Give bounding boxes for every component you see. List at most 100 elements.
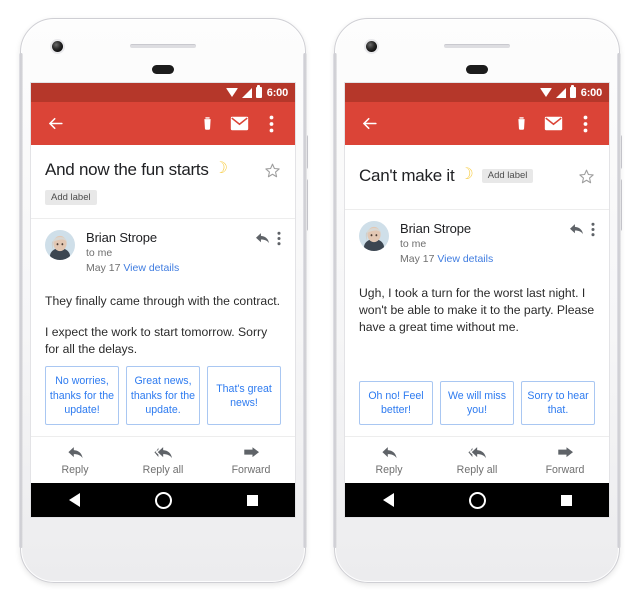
sender-meta: Brian Strope to me May 17 View details <box>400 221 569 268</box>
sender-date: May 17 <box>400 253 435 266</box>
smart-reply-chip[interactable]: Oh no! Feel better! <box>359 380 433 425</box>
earpiece-speaker <box>444 44 510 48</box>
volume-button[interactable] <box>304 179 308 231</box>
forward-label: Forward <box>545 464 585 476</box>
avatar[interactable] <box>359 221 389 251</box>
sender-recipient: to me <box>400 238 427 251</box>
reply-all-label: Reply all <box>456 464 498 476</box>
phone-screen-left: 6:00 And now the fun starts ☽ Add label … <box>31 83 295 517</box>
back-arrow-icon[interactable] <box>356 111 382 137</box>
mail-body: Ugh, I took a turn for the worst last ni… <box>345 268 609 381</box>
volume-button[interactable] <box>618 179 622 231</box>
smart-reply-chip[interactable]: Great news, thanks for the update. <box>126 366 200 425</box>
crescent-moon-emoji: ☽ <box>213 159 228 177</box>
mark-unread-icon[interactable] <box>226 111 252 137</box>
smart-reply-chip[interactable]: That's great news! <box>207 366 281 425</box>
star-icon[interactable] <box>264 162 281 184</box>
reply-bar: Reply Reply all Forward <box>31 436 295 483</box>
back-triangle-icon[interactable] <box>68 493 80 507</box>
mail-paragraph: They finally came through with the contr… <box>45 294 281 309</box>
sender-date: May 17 <box>86 262 121 275</box>
add-label-row: Add label <box>45 187 256 205</box>
app-bar <box>345 102 609 145</box>
view-details-link[interactable]: View details <box>123 262 179 274</box>
android-nav-bar <box>31 483 295 517</box>
forward-label: Forward <box>231 464 271 476</box>
star-icon[interactable] <box>578 168 595 190</box>
phone-chin <box>21 520 305 582</box>
phone-screen-right: 6:00 Can't make it ☽ Add label Brian Str… <box>345 83 609 517</box>
earpiece-speaker <box>130 44 196 48</box>
home-circle-icon[interactable] <box>468 491 486 509</box>
back-triangle-icon[interactable] <box>382 493 394 507</box>
recents-square-icon[interactable] <box>560 494 572 506</box>
page-title: Can't make it <box>359 166 455 185</box>
sender-actions <box>255 231 281 251</box>
sender-name: Brian Strope <box>400 221 472 236</box>
smart-reply-chip[interactable]: Sorry to hear that. <box>521 380 595 425</box>
add-label-chip[interactable]: Add label <box>45 190 97 205</box>
wifi-icon <box>225 88 238 97</box>
sender-meta: Brian Strope to me May 17 View details <box>86 230 255 277</box>
app-bar <box>31 102 295 145</box>
mail-paragraph: Ugh, I took a turn for the worst last ni… <box>359 285 595 335</box>
power-button[interactable] <box>304 135 308 169</box>
subject-left: Can't make it ☽ Add label <box>359 166 570 186</box>
reply-all-label: Reply all <box>142 464 184 476</box>
sender-block: Brian Strope to me May 17 View details <box>345 210 609 268</box>
overflow-menu-icon[interactable] <box>591 222 595 242</box>
subject-block: Can't make it ☽ Add label <box>345 145 609 210</box>
crescent-moon-emoji: ☽ <box>459 165 474 183</box>
avatar[interactable] <box>45 229 75 260</box>
delete-icon[interactable] <box>508 111 534 137</box>
reply-all-button[interactable]: Reply all <box>433 445 521 476</box>
reply-icon[interactable] <box>255 231 270 250</box>
overflow-menu-icon[interactable] <box>277 231 281 251</box>
reply-icon[interactable] <box>569 222 584 241</box>
status-bar: 6:00 <box>345 83 609 102</box>
subject-block: And now the fun starts ☽ Add label <box>31 145 295 219</box>
overflow-menu-icon[interactable] <box>258 111 284 137</box>
reply-button[interactable]: Reply <box>345 445 433 476</box>
page-title: And now the fun starts <box>45 160 209 179</box>
add-label-chip[interactable]: Add label <box>481 168 534 184</box>
smart-reply-chip[interactable]: We will miss you! <box>440 380 514 425</box>
delete-icon[interactable] <box>194 111 220 137</box>
sensor-pill <box>466 65 488 74</box>
android-nav-bar <box>345 483 609 517</box>
signal-icon <box>241 87 252 98</box>
mark-unread-icon[interactable] <box>540 111 566 137</box>
reply-all-button[interactable]: Reply all <box>119 445 207 476</box>
screenshot-stage: 6:00 And now the fun starts ☽ Add label … <box>0 0 640 601</box>
signal-icon <box>555 87 566 98</box>
reply-label: Reply <box>61 464 89 476</box>
reply-bar: Reply Reply all Forward <box>345 436 609 483</box>
sender-date-row: May 17 View details <box>400 252 569 267</box>
phone-device-right: 6:00 Can't make it ☽ Add label Brian Str… <box>333 18 622 583</box>
subject-line: Can't make it ☽ Add label <box>359 166 570 186</box>
sender-actions <box>569 222 595 242</box>
reply-label: Reply <box>375 464 403 476</box>
front-camera-icon <box>52 41 63 52</box>
sender-recipient: to me <box>86 246 113 259</box>
view-details-link[interactable]: View details <box>437 253 493 265</box>
status-bar: 6:00 <box>31 83 295 102</box>
recents-square-icon[interactable] <box>246 494 258 506</box>
forward-button[interactable]: Forward <box>207 445 295 476</box>
wifi-icon <box>539 88 552 97</box>
back-arrow-icon[interactable] <box>42 111 68 137</box>
power-button[interactable] <box>618 135 622 169</box>
home-circle-icon[interactable] <box>154 491 172 509</box>
reply-button[interactable]: Reply <box>31 445 119 476</box>
smart-reply-chips: Oh no! Feel better! We will miss you! So… <box>345 380 609 436</box>
sender-block: Brian Strope to me May 17 View details <box>31 219 295 277</box>
battery-icon <box>255 85 262 98</box>
sender-date-row: May 17 View details <box>86 261 255 276</box>
mail-body: They finally came through with the contr… <box>31 276 295 366</box>
subject-line: And now the fun starts ☽ <box>45 160 256 180</box>
status-time: 6:00 <box>266 86 288 99</box>
battery-icon <box>569 85 576 98</box>
overflow-menu-icon[interactable] <box>572 111 598 137</box>
smart-reply-chip[interactable]: No worries, thanks for the update! <box>45 366 119 425</box>
forward-button[interactable]: Forward <box>521 445 609 476</box>
